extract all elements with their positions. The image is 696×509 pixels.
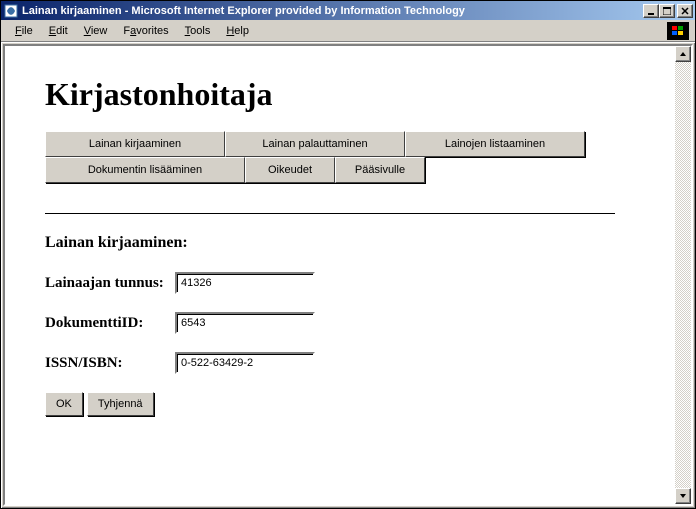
maximize-button[interactable] [659, 4, 675, 18]
browser-window: Lainan kirjaaminen - Microsoft Internet … [0, 0, 696, 509]
scroll-up-icon[interactable] [675, 46, 691, 62]
titlebar: Lainan kirjaaminen - Microsoft Internet … [1, 1, 695, 20]
nav-row-2: Dokumentin lisääminen Oikeudet Pääsivull… [45, 157, 585, 183]
nav-loan-list[interactable]: Lainojen listaaminen [405, 131, 585, 157]
nav-permissions[interactable]: Oikeudet [245, 157, 335, 183]
menu-edit[interactable]: Edit [41, 23, 76, 39]
input-document[interactable] [175, 312, 315, 334]
menubar: File Edit View Favorites Tools Help [1, 20, 695, 42]
nav-loan-return[interactable]: Lainan palauttaminen [225, 131, 405, 157]
nav-main-page[interactable]: Pääsivulle [335, 157, 425, 183]
clear-button[interactable]: Tyhjennä [87, 392, 154, 416]
menu-tools[interactable]: Tools [177, 23, 219, 39]
action-buttons: OK Tyhjennä [45, 392, 635, 416]
separator [45, 213, 615, 214]
nav-loan-record[interactable]: Lainan kirjaaminen [45, 131, 225, 157]
nav-add-document[interactable]: Dokumentin lisääminen [45, 157, 245, 183]
scroll-track[interactable] [675, 62, 691, 488]
menu-file[interactable]: File [7, 23, 41, 39]
section-title: Lainan kirjaaminen: [45, 234, 635, 252]
input-borrower[interactable] [175, 272, 315, 294]
row-issn: ISSN/ISBN: [45, 352, 635, 374]
row-document: DokumenttiID: [45, 312, 635, 334]
windows-logo-icon [667, 22, 689, 40]
viewport: Kirjastonhoitaja Lainan kirjaaminen Lain… [3, 44, 693, 506]
window-controls [643, 4, 693, 18]
label-borrower: Lainaajan tunnus: [45, 275, 175, 292]
label-document: DokumenttiID: [45, 315, 175, 332]
page-content: Kirjastonhoitaja Lainan kirjaaminen Lain… [5, 46, 675, 504]
page-title: Kirjastonhoitaja [45, 76, 635, 113]
row-borrower: Lainaajan tunnus: [45, 272, 635, 294]
menu-view[interactable]: View [76, 23, 116, 39]
input-issn[interactable] [175, 352, 315, 374]
ie-icon [3, 3, 19, 19]
ok-button[interactable]: OK [45, 392, 83, 416]
vertical-scrollbar[interactable] [675, 46, 691, 504]
scroll-down-icon[interactable] [675, 488, 691, 504]
label-issn: ISSN/ISBN: [45, 355, 175, 372]
menu-help[interactable]: Help [218, 23, 257, 39]
window-title: Lainan kirjaaminen - Microsoft Internet … [22, 5, 643, 17]
nav-row-1: Lainan kirjaaminen Lainan palauttaminen … [45, 131, 585, 157]
close-button[interactable] [677, 4, 693, 18]
menu-favorites[interactable]: Favorites [115, 23, 176, 39]
minimize-button[interactable] [643, 4, 659, 18]
